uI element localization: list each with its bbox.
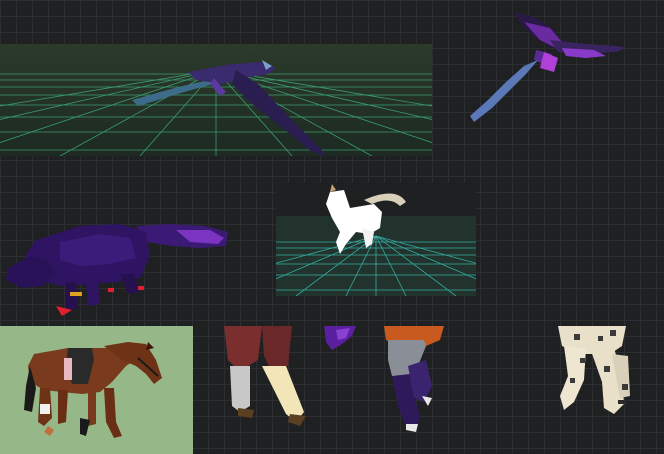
preview-brown-horse[interactable] <box>0 326 193 454</box>
preview-purple-fragment[interactable] <box>322 326 362 352</box>
horse-icon <box>24 342 162 438</box>
preview-red-legs[interactable] <box>200 326 320 454</box>
preview-white-cat[interactable] <box>276 182 476 296</box>
dragon-icon <box>0 44 432 156</box>
legs-icon <box>384 326 444 432</box>
preview-purple-dragon-ground[interactable] <box>0 44 432 156</box>
preview-purple-wolf[interactable] <box>0 212 240 324</box>
wolf-icon <box>6 224 228 316</box>
legs-icon <box>224 326 306 426</box>
preview-purple-dragon-flying[interactable] <box>466 8 636 126</box>
legs-icon <box>558 326 630 414</box>
dragon-icon <box>470 12 626 122</box>
viewport-canvas[interactable] <box>0 0 664 454</box>
preview-spotted-legs[interactable] <box>540 326 650 426</box>
fragment-icon <box>324 326 356 350</box>
preview-orange-grey-legs[interactable] <box>370 326 450 454</box>
cat-icon <box>276 182 476 296</box>
